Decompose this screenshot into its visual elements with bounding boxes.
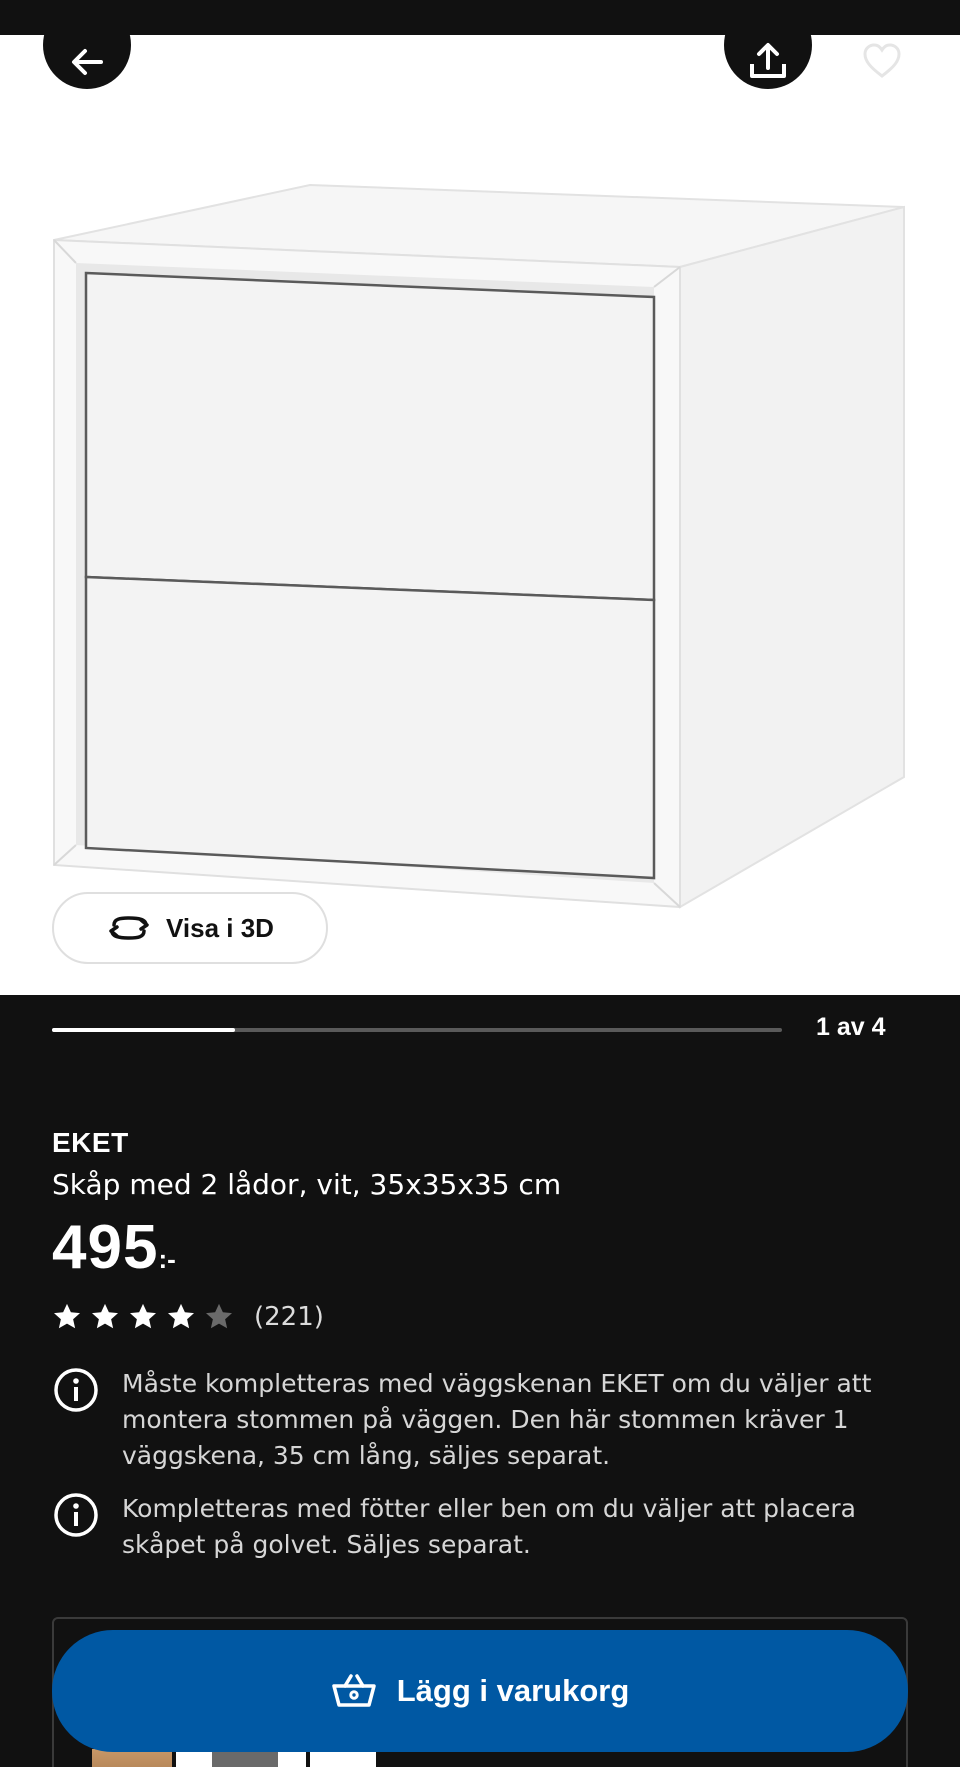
add-to-cart-button[interactable]: Lägg i varukorg (52, 1630, 908, 1752)
back-button[interactable] (43, 35, 131, 89)
arrow-left-icon (72, 49, 103, 75)
star-empty-icon (206, 1303, 232, 1329)
star-filled-icon (130, 1303, 156, 1329)
notice-legs: Kompletteras med fötter eller ben om du … (52, 1491, 872, 1563)
product-name: EKET (52, 1127, 129, 1158)
product-image (53, 183, 905, 909)
review-count: (221) (254, 1302, 324, 1332)
add-to-cart-label: Lägg i varukorg (396, 1673, 630, 1708)
view-in-3d-label: Visa i 3D (166, 912, 274, 943)
gallery-position-label: 1 av 4 (816, 1013, 886, 1041)
product-image-gallery[interactable]: Visa i 3D (0, 35, 960, 995)
favourite-button[interactable] (838, 35, 926, 89)
gallery-progress-fill (52, 1028, 235, 1032)
share-button[interactable] (724, 35, 812, 89)
rating-stars (52, 1302, 242, 1332)
rotate-3d-icon (109, 916, 149, 940)
status-bar (0, 0, 960, 35)
notice-text: Kompletteras med fötter eller ben om du … (122, 1494, 856, 1559)
rating[interactable]: (221) (52, 1302, 324, 1332)
price: 495 :- (52, 1214, 176, 1282)
star-filled-icon (168, 1303, 194, 1329)
notice-wall-rail: Måste kompletteras med väggskenan EKET o… (52, 1366, 872, 1474)
product-description: Skåp med 2 lådor, vit, 35x35x35 cm (52, 1168, 562, 1201)
view-in-3d-button[interactable]: Visa i 3D (52, 892, 328, 964)
price-suffix: :- (158, 1244, 176, 1274)
notice-text: Måste kompletteras med väggskenan EKET o… (122, 1369, 872, 1470)
shopping-basket-icon (331, 1674, 376, 1707)
gallery-progress: 1 av 4 (52, 1013, 912, 1047)
info-icon (54, 1368, 98, 1412)
share-upload-icon (750, 43, 786, 78)
star-filled-icon (92, 1303, 118, 1329)
heart-outline-icon (863, 43, 901, 78)
gallery-progress-track (52, 1028, 782, 1032)
price-integer: 495 (52, 1213, 159, 1282)
star-filled-icon (54, 1303, 80, 1329)
info-icon (54, 1493, 98, 1537)
